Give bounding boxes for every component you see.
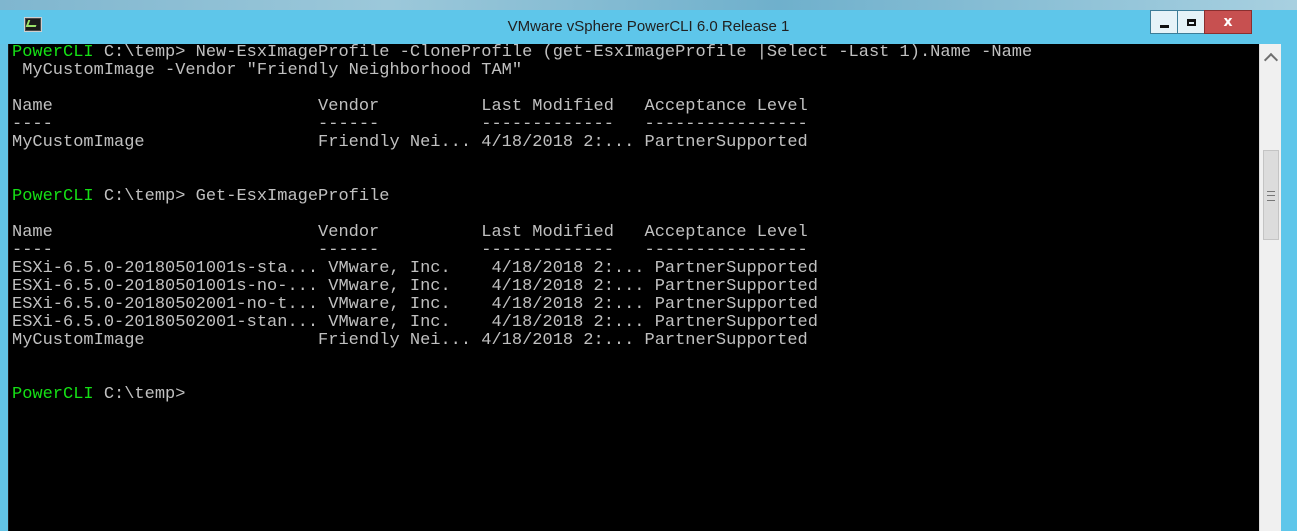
close-button[interactable]: x	[1204, 10, 1252, 34]
prompt-label: PowerCLI	[12, 385, 94, 404]
line-text: MyCustomImage -Vendor "Friendly Neighbor…	[12, 61, 523, 80]
line-text: MyCustomImage Friendly Nei... 4/18/2018 …	[12, 133, 808, 152]
line-text: ESXi-6.5.0-20180501001s-no-... VMware, I…	[12, 277, 818, 296]
title-bar[interactable]: VMware vSphere PowerCLI 6.0 Release 1 x	[0, 10, 1297, 44]
console-line: MyCustomImage -Vendor "Friendly Neighbor…	[12, 62, 1032, 80]
console-line: PowerCLI C:\temp>	[12, 386, 1032, 404]
line-text: C:\temp> New-EsxImageProfile -CloneProfi…	[93, 43, 1033, 62]
console-line: ---- ------ ------------- --------------…	[12, 242, 1032, 260]
console-line: ESXi-6.5.0-20180502001-no-t... VMware, I…	[12, 296, 1032, 314]
minimize-button[interactable]	[1150, 10, 1178, 34]
console-output[interactable]: PowerCLI C:\temp> New-EsxImageProfile -C…	[12, 44, 1032, 404]
line-text: ESXi-6.5.0-20180502001-no-t... VMware, I…	[12, 295, 818, 314]
vertical-scrollbar[interactable]	[1259, 44, 1282, 531]
chevron-up-icon	[1263, 52, 1279, 68]
console-line: MyCustomImage Friendly Nei... 4/18/2018 …	[12, 134, 1032, 152]
console-line: ESXi-6.5.0-20180501001s-sta... VMware, I…	[12, 260, 1032, 278]
console-line: MyCustomImage Friendly Nei... 4/18/2018 …	[12, 332, 1032, 350]
console-line: PowerCLI C:\temp> New-EsxImageProfile -C…	[12, 44, 1032, 62]
console-line: ESXi-6.5.0-20180501001s-no-... VMware, I…	[12, 278, 1032, 296]
console-line: Name Vendor Last Modified Acceptance Lev…	[12, 98, 1032, 116]
grip-icon	[1267, 191, 1275, 201]
console-line: Name Vendor Last Modified Acceptance Lev…	[12, 224, 1032, 242]
console-line: ESXi-6.5.0-20180502001-stan... VMware, I…	[12, 314, 1032, 332]
line-text: MyCustomImage Friendly Nei... 4/18/2018 …	[12, 331, 808, 350]
minimize-icon	[1159, 24, 1169, 28]
prompt-label: PowerCLI	[12, 187, 94, 206]
console-line: ---- ------ ------------- --------------…	[12, 116, 1032, 134]
scroll-up-button[interactable]	[1262, 48, 1280, 68]
powercli-window: VMware vSphere PowerCLI 6.0 Release 1 x …	[0, 10, 1297, 531]
line-text: ---- ------ ------------- --------------…	[12, 241, 808, 260]
window-frame-right	[1281, 44, 1297, 531]
line-text: ESXi-6.5.0-20180501001s-sta... VMware, I…	[12, 259, 818, 278]
line-text: ---- ------ ------------- --------------…	[12, 115, 808, 134]
maximize-icon	[1186, 18, 1196, 26]
close-icon: x	[1223, 14, 1233, 30]
line-text: C:\temp>	[93, 385, 186, 404]
line-text: ESXi-6.5.0-20180502001-stan... VMware, I…	[12, 313, 818, 332]
line-text: C:\temp> Get-EsxImageProfile	[93, 187, 390, 206]
prompt-label: PowerCLI	[12, 43, 94, 62]
scroll-thumb[interactable]	[1263, 150, 1279, 240]
line-text: Name Vendor Last Modified Acceptance Lev…	[12, 223, 808, 242]
line-text: Name Vendor Last Modified Acceptance Lev…	[12, 97, 808, 116]
maximize-button[interactable]	[1177, 10, 1205, 34]
console-line: PowerCLI C:\temp> Get-EsxImageProfile	[12, 188, 1032, 206]
window-title: VMware vSphere PowerCLI 6.0 Release 1	[507, 18, 790, 35]
